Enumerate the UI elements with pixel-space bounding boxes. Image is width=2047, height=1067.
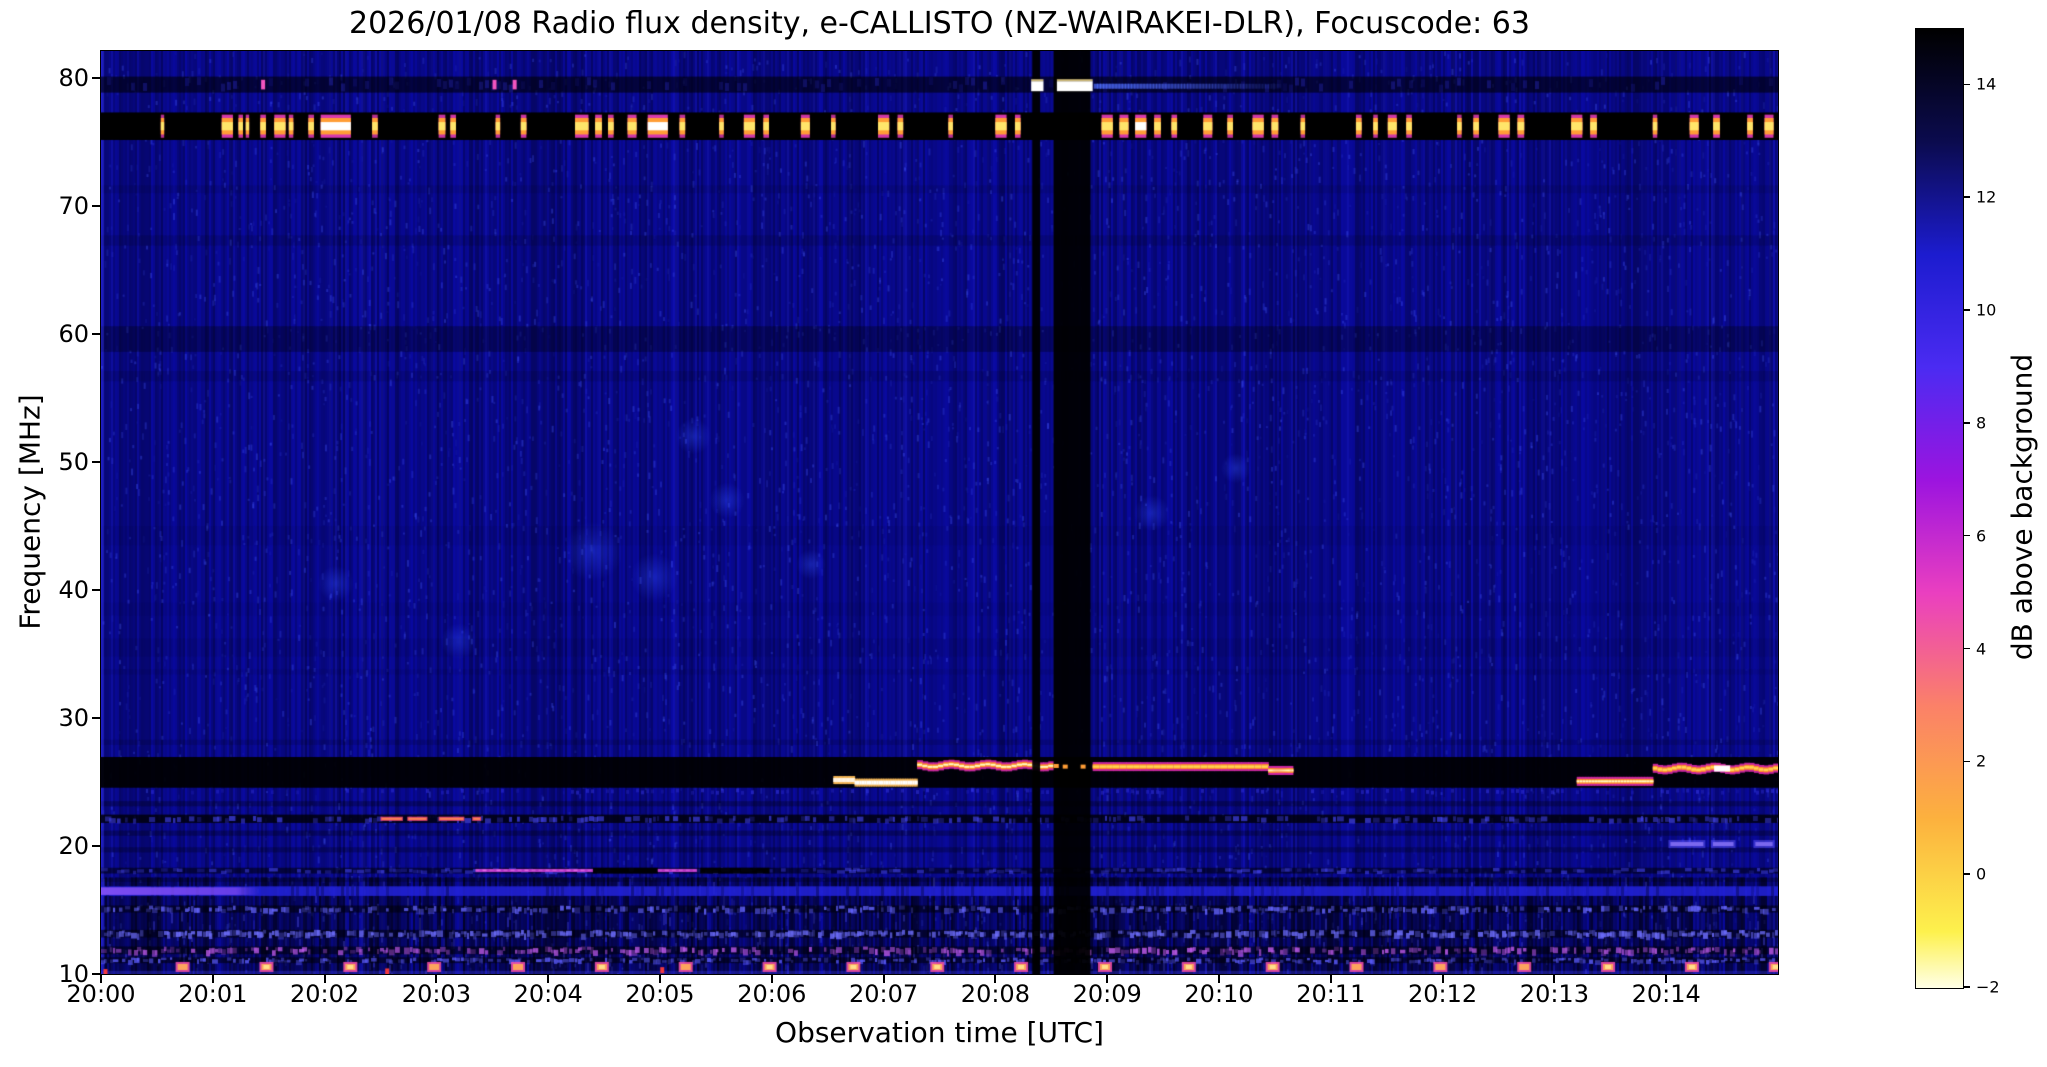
x-tick-label: 20:10 <box>1184 980 1254 1008</box>
colorbar-tick <box>1963 986 1970 988</box>
x-tick-label: 20:02 <box>290 980 360 1008</box>
colorbar-tick <box>1963 873 1970 875</box>
y-axis-label: Frequency [MHz] <box>13 394 47 630</box>
colorbar-tick <box>1963 647 1970 650</box>
colorbar-tick-label: 6 <box>1976 526 1987 546</box>
colorbar-tick-label: 0 <box>1976 864 1987 884</box>
spectrogram-canvas <box>100 50 1778 974</box>
figure: 2026/01/08 Radio flux density, e-CALLIST… <box>0 0 2047 1067</box>
colorbar-tick <box>1963 196 1970 198</box>
colorbar-tick <box>1963 309 1970 311</box>
x-tick-label: 20:12 <box>1408 980 1478 1008</box>
x-tick-label: 20:06 <box>737 980 807 1008</box>
x-tick-label: 20:14 <box>1631 980 1701 1008</box>
y-tick-label: 70 <box>58 191 89 220</box>
y-tick-label: 50 <box>58 447 89 476</box>
colorbar-tick-label: 14 <box>1976 74 1997 94</box>
x-tick-label: 20:09 <box>1072 980 1142 1008</box>
colorbar <box>1915 28 1964 989</box>
colorbar-tick-label: 10 <box>1976 300 1997 320</box>
x-tick-label: 20:05 <box>625 980 695 1008</box>
y-tick <box>92 588 101 591</box>
colorbar-tick <box>1963 760 1970 763</box>
colorbar-tick <box>1963 534 1970 537</box>
y-tick <box>92 716 101 719</box>
y-tick <box>92 460 101 463</box>
colorbar-label: dB above background <box>2005 353 2039 661</box>
x-tick-label: 20:11 <box>1296 980 1366 1008</box>
y-tick-label: 10 <box>58 960 89 988</box>
x-tick-label: 20:01 <box>178 980 248 1008</box>
colorbar-tick-label: 8 <box>1976 413 1987 433</box>
x-axis-label: Observation time [UTC] <box>775 1016 1104 1049</box>
y-tick-label: 40 <box>58 575 89 604</box>
plot-title: 2026/01/08 Radio flux density, e-CALLIST… <box>348 6 1530 41</box>
y-tick <box>92 973 101 975</box>
x-tick-label: 20:04 <box>513 980 583 1008</box>
y-tick-label: 80 <box>58 63 89 92</box>
colorbar-tick-label: −2 <box>1976 977 2000 997</box>
y-tick-label: 20 <box>58 831 89 860</box>
x-tick-label: 20:07 <box>849 980 919 1008</box>
x-tick-label: 20:13 <box>1519 980 1589 1008</box>
y-tick <box>92 76 101 79</box>
colorbar-tick-label: 4 <box>1976 639 1987 659</box>
x-tick-label: 20:08 <box>960 980 1030 1008</box>
y-tick <box>92 204 101 207</box>
colorbar-tick <box>1963 83 1970 86</box>
x-tick-label: 20:03 <box>401 980 471 1008</box>
colorbar-tick-label: 12 <box>1976 187 1997 207</box>
colorbar-tick-label: 2 <box>1976 751 1987 771</box>
y-tick <box>92 844 101 847</box>
y-tick-label: 60 <box>58 319 89 348</box>
y-tick <box>92 332 101 335</box>
y-tick-label: 30 <box>58 703 89 732</box>
spectrogram-plot-area <box>99 49 1779 975</box>
colorbar-tick <box>1963 422 1970 424</box>
